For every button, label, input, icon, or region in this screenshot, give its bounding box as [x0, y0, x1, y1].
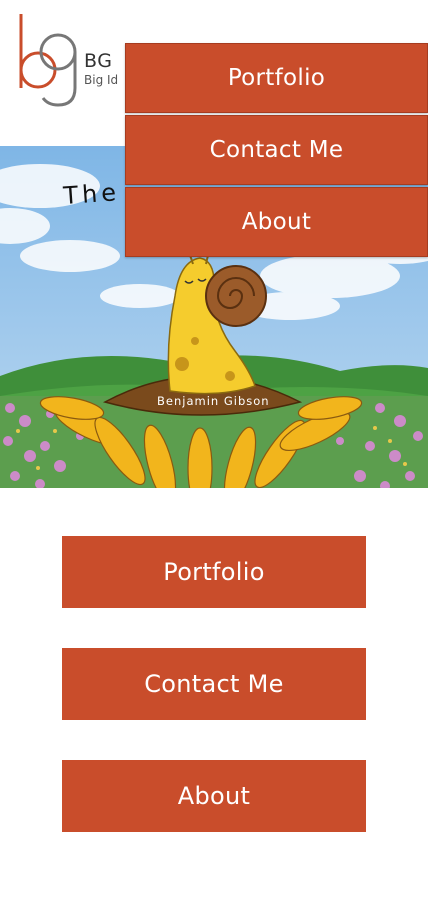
- brand-tagline: Big Id: [84, 73, 119, 87]
- brand-name: BG: [84, 50, 113, 72]
- main-button-group: Portfolio Contact Me About: [62, 536, 366, 872]
- menu-item-contact-me[interactable]: Contact Me: [125, 115, 428, 185]
- dropdown-menu: Portfolio Contact Me About: [125, 43, 428, 259]
- bg-logo-icon[interactable]: [18, 14, 80, 108]
- menu-item-portfolio[interactable]: Portfolio: [125, 43, 428, 113]
- portfolio-button[interactable]: Portfolio: [62, 536, 366, 608]
- hero-title-text: The: [61, 178, 120, 210]
- menu-item-about[interactable]: About: [125, 187, 428, 257]
- about-button[interactable]: About: [62, 760, 366, 832]
- artist-signature: Benjamin Gibson: [157, 394, 270, 408]
- contact-me-button[interactable]: Contact Me: [62, 648, 366, 720]
